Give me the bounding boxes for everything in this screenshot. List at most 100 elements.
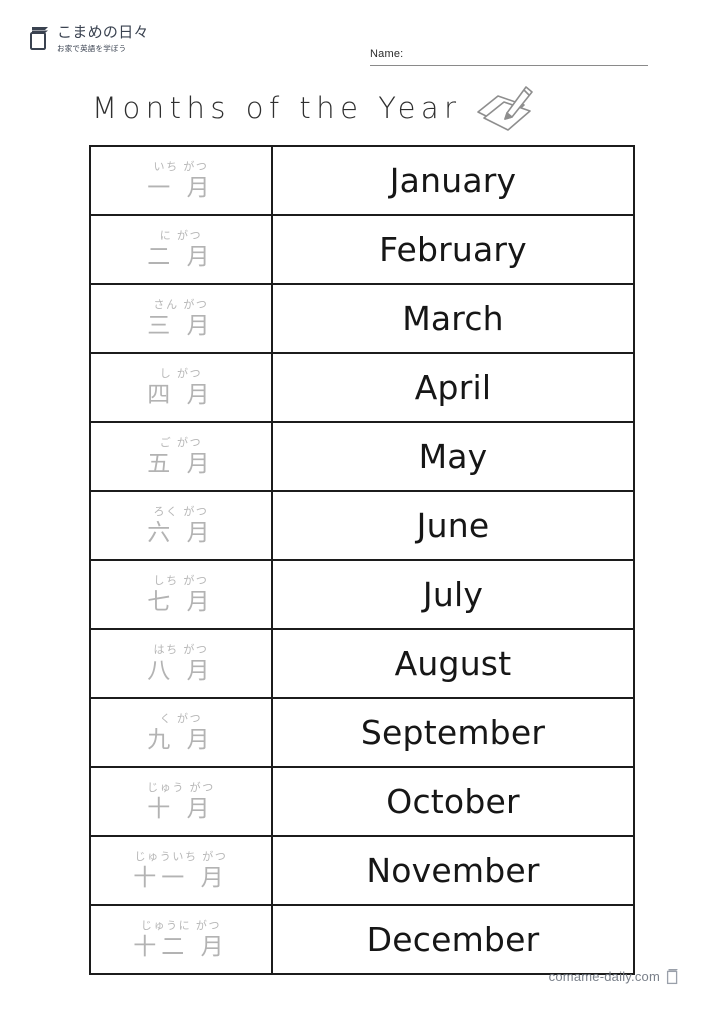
kanji: 三 月 bbox=[147, 312, 215, 338]
furigana: し がつ bbox=[159, 368, 203, 380]
english-cell: November bbox=[271, 835, 635, 906]
table-row: し がつ 四 月 April bbox=[89, 352, 635, 423]
furigana: さん がつ bbox=[153, 299, 209, 311]
furigana: ご がつ bbox=[159, 437, 203, 449]
table-row: じゅうに がつ 十二 月 December bbox=[89, 904, 635, 975]
english-cell: May bbox=[271, 421, 635, 492]
table-row: じゅういち がつ 十一 月 November bbox=[89, 835, 635, 906]
english-month: September bbox=[360, 713, 546, 752]
brand-logo: こまめの日々 お家で英語を学ぼう bbox=[28, 24, 149, 53]
japanese-cell: じゅういち がつ 十一 月 bbox=[89, 835, 273, 906]
english-month: January bbox=[389, 161, 517, 200]
table-row: ご がつ 五 月 May bbox=[89, 421, 635, 492]
japanese-stack: じゅうに がつ 十二 月 bbox=[91, 921, 271, 958]
book-icon bbox=[28, 25, 50, 51]
table-row: ろく がつ 六 月 June bbox=[89, 490, 635, 561]
english-cell: July bbox=[271, 559, 635, 630]
table-row: はち がつ 八 月 August bbox=[89, 628, 635, 699]
english-month: November bbox=[366, 851, 540, 890]
pencil-writing-on-paper-icon bbox=[474, 84, 536, 132]
japanese-cell: し がつ 四 月 bbox=[89, 352, 273, 423]
kanji: 七 月 bbox=[147, 588, 215, 614]
name-label: Name: bbox=[370, 48, 404, 60]
japanese-stack: はち がつ 八 月 bbox=[91, 645, 271, 682]
table-row: に がつ 二 月 February bbox=[89, 214, 635, 285]
furigana: く がつ bbox=[159, 713, 203, 725]
japanese-stack: じゅういち がつ 十一 月 bbox=[91, 852, 271, 889]
japanese-stack: ご がつ 五 月 bbox=[91, 438, 271, 475]
table-row: さん がつ 三 月 March bbox=[89, 283, 635, 354]
japanese-stack: じゅう がつ 十 月 bbox=[91, 783, 271, 820]
page-header: こまめの日々 お家で英語を学ぼう Name: bbox=[28, 24, 696, 70]
english-month: August bbox=[394, 644, 512, 683]
english-cell: March bbox=[271, 283, 635, 354]
japanese-cell: く がつ 九 月 bbox=[89, 697, 273, 768]
english-cell: September bbox=[271, 697, 635, 768]
brand-text-block: こまめの日々 お家で英語を学ぼう bbox=[57, 24, 149, 53]
japanese-stack: いち がつ 一 月 bbox=[91, 162, 271, 199]
japanese-cell: じゅうに がつ 十二 月 bbox=[89, 904, 273, 975]
japanese-cell: はち がつ 八 月 bbox=[89, 628, 273, 699]
kanji: 十一 月 bbox=[133, 864, 229, 890]
japanese-cell: ろく がつ 六 月 bbox=[89, 490, 273, 561]
page-title: Months of the Year bbox=[92, 91, 462, 125]
kanji: 四 月 bbox=[147, 381, 215, 407]
furigana: に がつ bbox=[159, 230, 203, 242]
english-month: May bbox=[418, 437, 488, 476]
english-cell: December bbox=[271, 904, 635, 975]
english-cell: June bbox=[271, 490, 635, 561]
months-table: いち がつ 一 月 January に がつ 二 月 February さん が… bbox=[89, 145, 635, 975]
japanese-stack: さん がつ 三 月 bbox=[91, 300, 271, 337]
english-month: June bbox=[416, 506, 490, 545]
english-month: March bbox=[402, 299, 504, 338]
english-month: October bbox=[386, 782, 520, 821]
english-cell: February bbox=[271, 214, 635, 285]
kanji: 九 月 bbox=[147, 726, 215, 752]
japanese-stack: に がつ 二 月 bbox=[91, 231, 271, 268]
english-cell: April bbox=[271, 352, 635, 423]
japanese-stack: し がつ 四 月 bbox=[91, 369, 271, 406]
english-month: December bbox=[366, 920, 540, 959]
months-table-body: いち がつ 一 月 January に がつ 二 月 February さん が… bbox=[89, 145, 635, 975]
japanese-cell: しち がつ 七 月 bbox=[89, 559, 273, 630]
book-icon bbox=[666, 968, 679, 985]
english-month: April bbox=[414, 368, 492, 407]
english-cell: August bbox=[271, 628, 635, 699]
name-field[interactable]: Name: bbox=[370, 44, 648, 66]
japanese-cell: ご がつ 五 月 bbox=[89, 421, 273, 492]
title-row: Months of the Year bbox=[92, 84, 536, 132]
furigana: じゅう がつ bbox=[147, 782, 215, 794]
furigana: ろく がつ bbox=[153, 506, 209, 518]
furigana: はち がつ bbox=[153, 644, 209, 656]
english-month: February bbox=[379, 230, 527, 269]
table-row: じゅう がつ 十 月 October bbox=[89, 766, 635, 837]
table-row: く がつ 九 月 September bbox=[89, 697, 635, 768]
english-month: July bbox=[422, 575, 484, 614]
kanji: 二 月 bbox=[147, 243, 215, 269]
furigana: じゅうに がつ bbox=[140, 920, 222, 932]
kanji: 十二 月 bbox=[133, 933, 229, 959]
japanese-stack: く がつ 九 月 bbox=[91, 714, 271, 751]
english-cell: October bbox=[271, 766, 635, 837]
japanese-cell: いち がつ 一 月 bbox=[89, 145, 273, 216]
table-row: しち がつ 七 月 July bbox=[89, 559, 635, 630]
kanji: 五 月 bbox=[147, 450, 215, 476]
table-row: いち がつ 一 月 January bbox=[89, 145, 635, 216]
kanji: 六 月 bbox=[147, 519, 215, 545]
english-cell: January bbox=[271, 145, 635, 216]
furigana: しち がつ bbox=[153, 575, 209, 587]
japanese-cell: さん がつ 三 月 bbox=[89, 283, 273, 354]
footer-watermark: comame-daily.com bbox=[549, 968, 679, 985]
japanese-cell: じゅう がつ 十 月 bbox=[89, 766, 273, 837]
footer-site-url: comame-daily.com bbox=[548, 969, 660, 984]
kanji: 十 月 bbox=[147, 795, 215, 821]
kanji: 八 月 bbox=[147, 657, 215, 683]
japanese-stack: ろく がつ 六 月 bbox=[91, 507, 271, 544]
japanese-cell: に がつ 二 月 bbox=[89, 214, 273, 285]
furigana: じゅういち がつ bbox=[134, 851, 228, 863]
brand-title: こまめの日々 bbox=[57, 24, 149, 41]
brand-subtitle: お家で英語を学ぼう bbox=[57, 44, 127, 54]
furigana: いち がつ bbox=[153, 161, 209, 173]
japanese-stack: しち がつ 七 月 bbox=[91, 576, 271, 613]
kanji: 一 月 bbox=[147, 174, 215, 200]
